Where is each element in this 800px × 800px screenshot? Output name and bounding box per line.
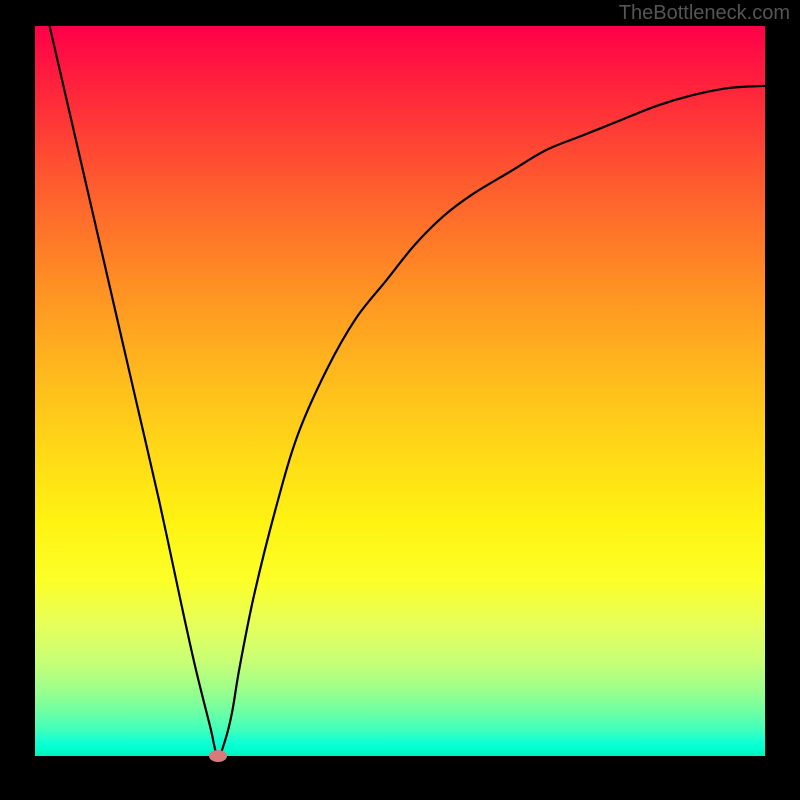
chart-min-marker bbox=[209, 750, 227, 762]
watermark-text: TheBottleneck.com bbox=[619, 2, 790, 25]
chart-plot-area bbox=[35, 26, 765, 756]
chart-curve bbox=[35, 26, 765, 756]
